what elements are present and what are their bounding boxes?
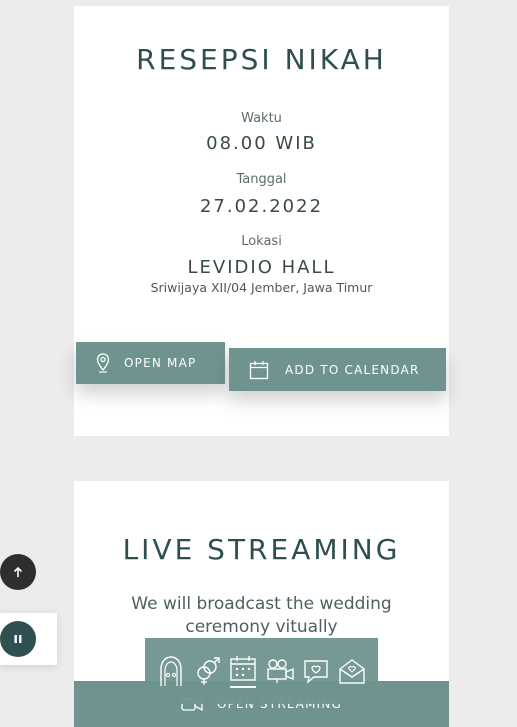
add-to-calendar-button[interactable]: ADD TO CALENDAR (229, 348, 446, 391)
nav-item-calendar[interactable] (228, 651, 258, 691)
date-value: 27.02.2022 (199, 196, 324, 217)
calendar-icon (230, 656, 257, 681)
scroll-to-top-button[interactable] (0, 554, 36, 590)
reception-title: RESEPSI NIKAH (136, 43, 387, 76)
nav-item-gender[interactable] (192, 651, 222, 691)
open-map-button[interactable]: OPEN MAP (76, 342, 225, 384)
open-map-label: OPEN MAP (124, 356, 197, 370)
arrow-up-icon (13, 566, 23, 577)
gender-symbols-icon (197, 657, 220, 685)
live-streaming-title: LIVE STREAMING (122, 533, 401, 566)
active-nav-indicator (230, 686, 257, 688)
reception-card: RESEPSI NIKAH Waktu 08.00 WIB Tanggal 27… (74, 6, 449, 436)
bottom-navigation (145, 638, 378, 704)
music-control-panel (0, 613, 57, 665)
time-label: Waktu (241, 111, 282, 126)
description-line-2: ceremony vitually (185, 617, 338, 637)
nav-item-streaming[interactable] (265, 651, 295, 691)
date-label: Tanggal (236, 172, 287, 187)
calendar-icon (249, 360, 269, 379)
nav-item-couple[interactable] (156, 651, 186, 691)
add-to-calendar-label: ADD TO CALENDAR (285, 362, 420, 377)
location-name: LEVIDIO HALL (187, 257, 336, 278)
map-pin-icon (96, 353, 110, 373)
video-camera-icon (266, 659, 294, 683)
couple-arch-icon (160, 656, 182, 686)
location-label: Lokasi (241, 234, 282, 249)
nav-item-messages[interactable] (301, 651, 331, 691)
pause-icon (14, 635, 22, 643)
music-pause-button[interactable] (0, 621, 36, 657)
time-value: 08.00 WIB (206, 133, 317, 154)
location-address: Sriwijaya XII/04 Jember, Jawa Timur (150, 280, 373, 295)
envelope-heart-icon (339, 659, 365, 684)
chat-heart-icon (304, 660, 328, 684)
description-line-1: We will broadcast the wedding (131, 594, 392, 614)
nav-item-gift[interactable] (337, 651, 367, 691)
live-streaming-description: We will broadcast the wedding ceremony v… (74, 593, 449, 639)
